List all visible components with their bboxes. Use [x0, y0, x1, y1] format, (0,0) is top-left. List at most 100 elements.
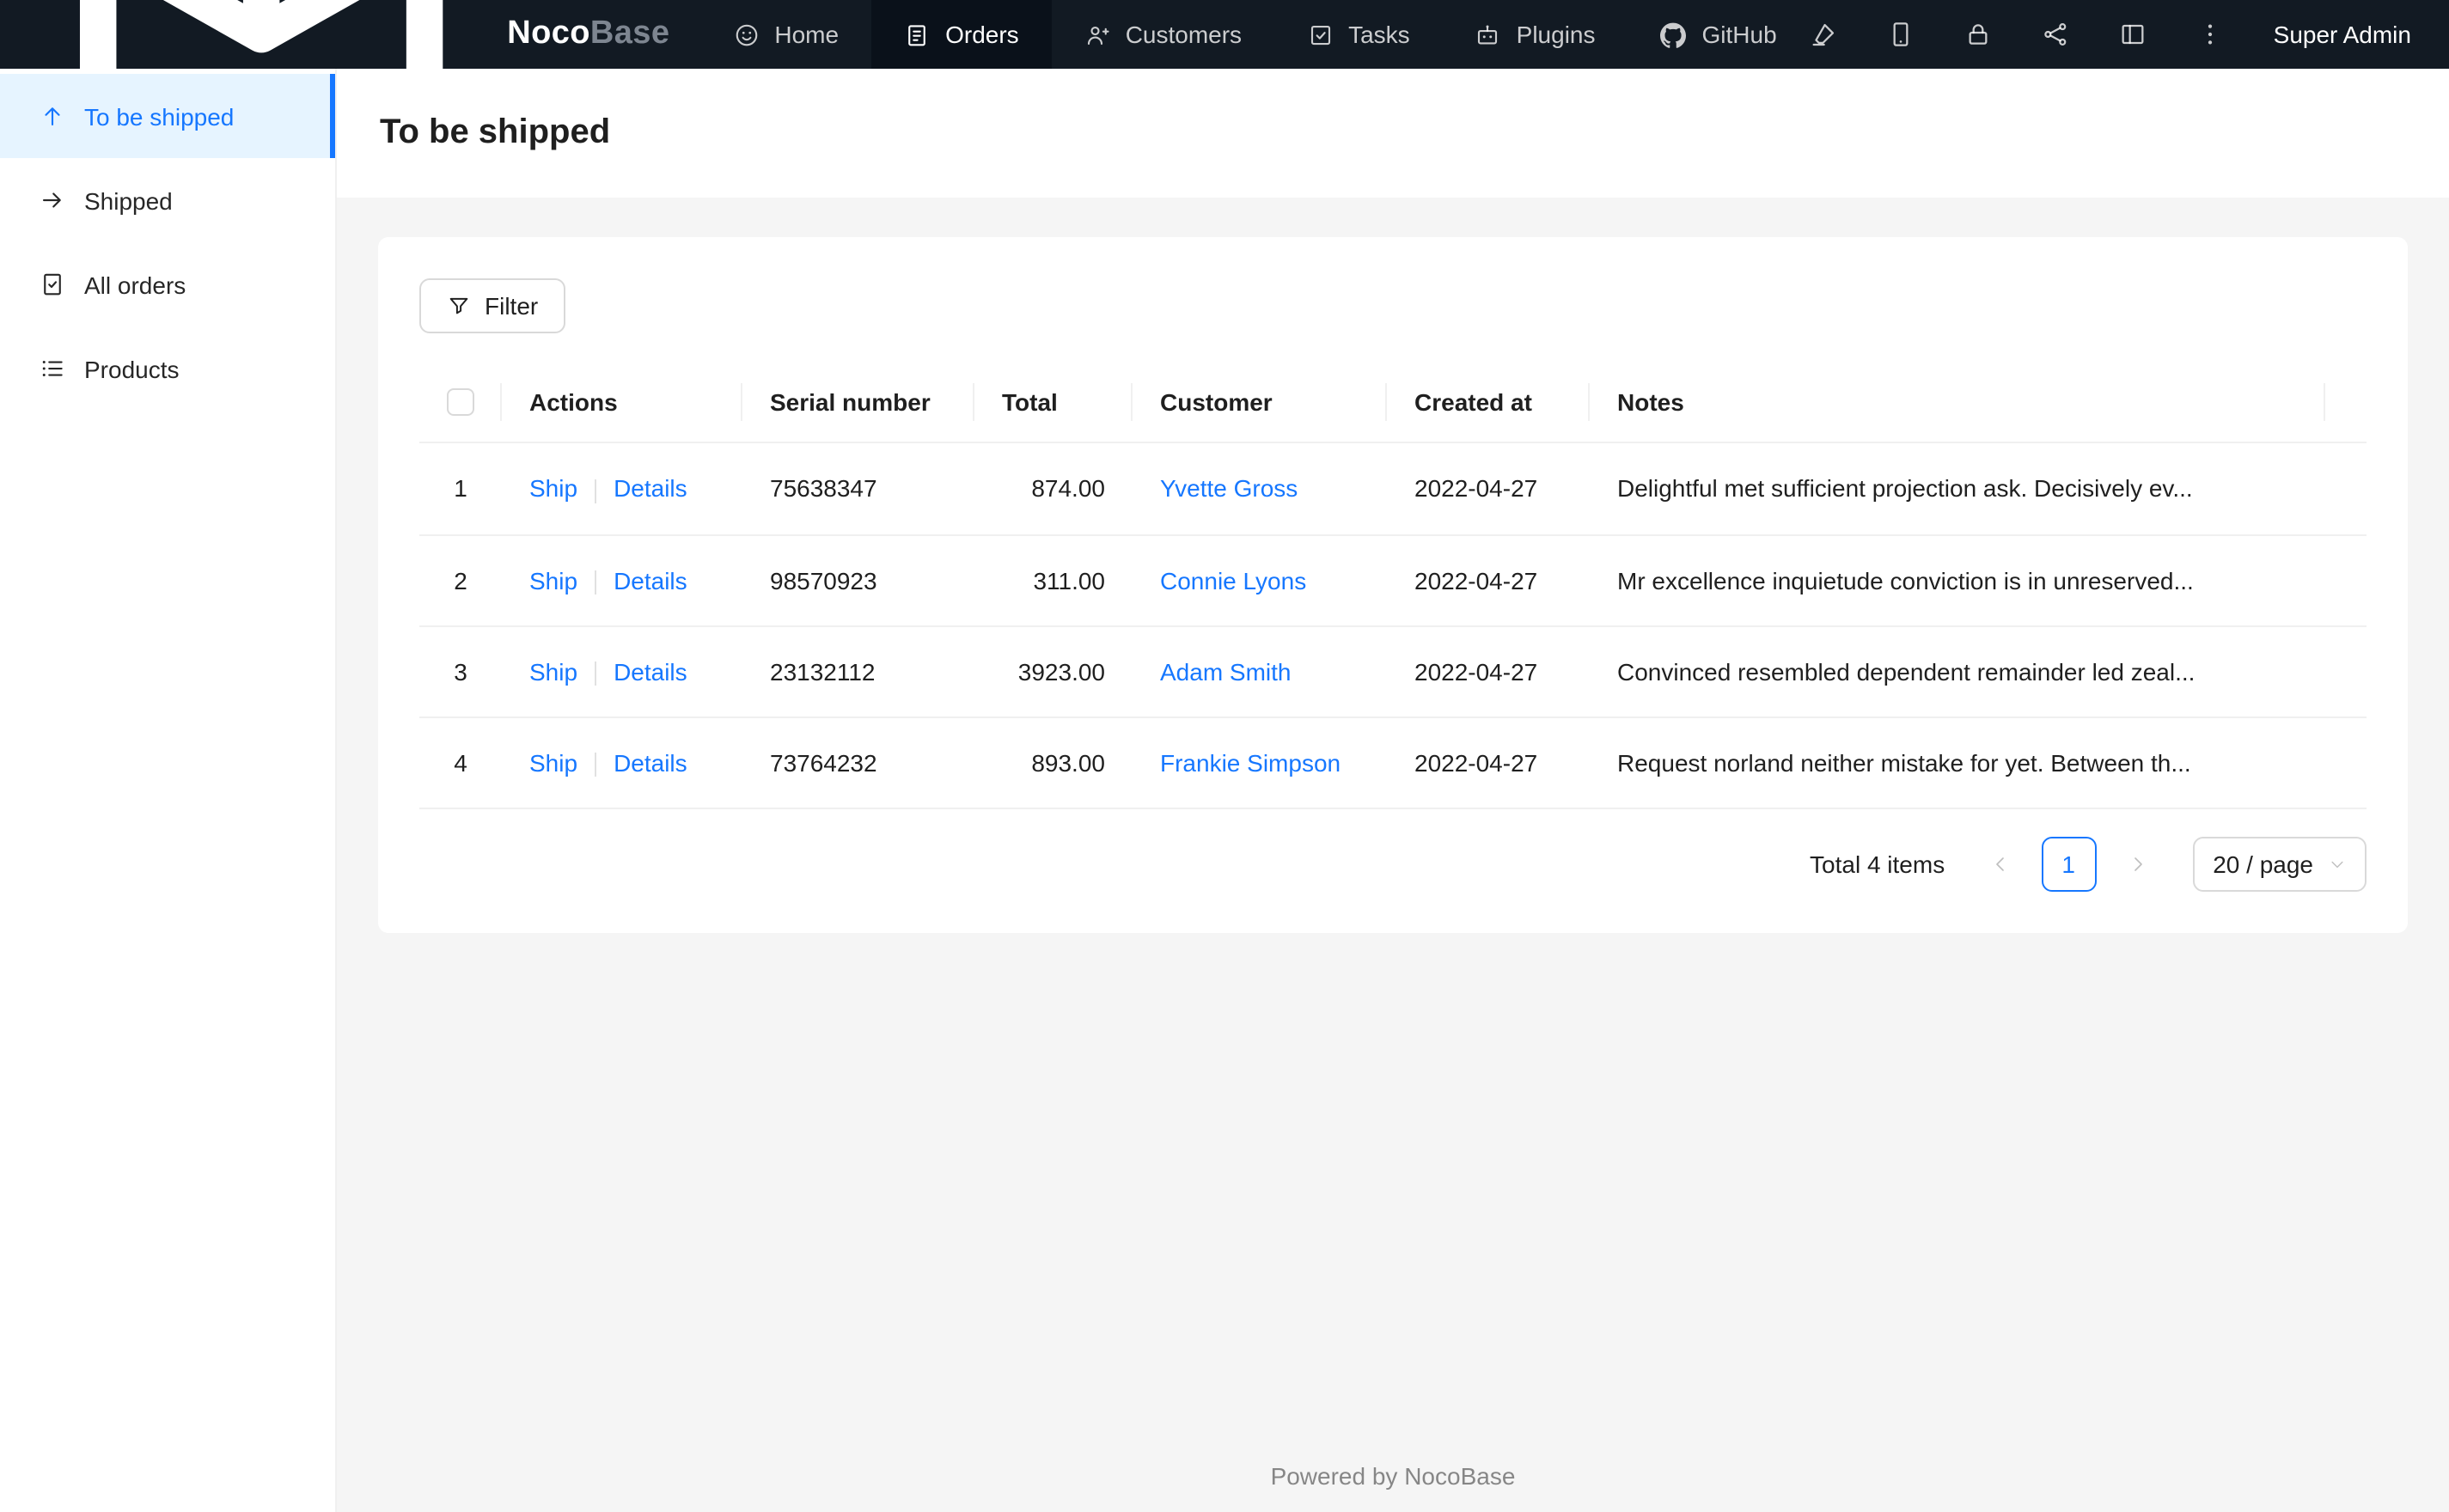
github-icon	[1660, 21, 1687, 47]
more-button[interactable]	[2196, 21, 2224, 48]
file-check-icon	[40, 271, 65, 297]
ui-editor-button[interactable]	[1810, 21, 1837, 48]
chevron-right-icon	[2127, 855, 2147, 875]
nav-item-home[interactable]: Home	[700, 0, 871, 69]
page-title: To be shipped	[380, 113, 611, 151]
user-menu[interactable]: Super Admin	[2274, 21, 2411, 48]
content-area: Filter Actions Serial number Total Custo…	[337, 198, 2449, 1512]
row-index-cell: 2	[419, 534, 502, 627]
customer-cell: Yvette Gross	[1133, 442, 1387, 536]
ship-link[interactable]: Ship	[529, 566, 577, 594]
customer-link[interactable]: Connie Lyons	[1160, 566, 1306, 594]
notes-cell: Request norland neither mistake for yet.…	[1590, 717, 2325, 810]
header-spacer	[2325, 361, 2367, 444]
orders-icon	[904, 21, 930, 47]
header-total: Total	[974, 361, 1133, 444]
table-row: 2 Ship Details 98570923 311.00 Connie Lyo…	[419, 534, 2367, 627]
list-icon	[40, 356, 65, 381]
created-at-cell: 2022-04-27	[1387, 625, 1590, 719]
table-row: 1 Ship Details 75638347 874.00 Yvette Gro…	[419, 442, 2367, 536]
chevron-down-icon	[2329, 857, 2346, 874]
header-customer: Customer	[1133, 361, 1387, 444]
layout-button[interactable]	[2119, 21, 2147, 48]
row-index-cell: 1	[419, 442, 502, 536]
ship-link[interactable]: Ship	[529, 475, 577, 503]
body-layout: To be shipped Shipped All orders Product…	[0, 69, 2449, 1512]
pagination-prev-button[interactable]	[1972, 838, 2027, 893]
actions-cell: Ship Details	[502, 534, 742, 627]
customers-icon	[1084, 21, 1110, 47]
lock-button[interactable]	[1964, 21, 1992, 48]
nav-item-github[interactable]: GitHub	[1628, 0, 1810, 69]
customer-link[interactable]: Yvette Gross	[1160, 475, 1298, 503]
page-size-select[interactable]: 20 / page	[2192, 837, 2367, 893]
orders-card: Filter Actions Serial number Total Custo…	[378, 237, 2408, 934]
row-spacer	[2325, 625, 2367, 719]
mobile-button[interactable]	[1887, 21, 1915, 48]
serial-cell: 98570923	[742, 534, 974, 627]
sidebar-item-shipped[interactable]: Shipped	[0, 158, 335, 242]
action-divider	[595, 662, 597, 686]
row-index-cell: 4	[419, 717, 502, 810]
tasks-icon	[1307, 21, 1333, 47]
table-row: 3 Ship Details 23132112 3923.00 Adam Smit…	[419, 625, 2367, 719]
sidebar-item-products[interactable]: Products	[0, 326, 335, 411]
header-serial-number: Serial number	[742, 361, 974, 444]
filter-icon	[447, 294, 471, 318]
details-link[interactable]: Details	[614, 749, 687, 777]
api-button[interactable]	[2042, 21, 2069, 48]
actions-cell: Ship Details	[502, 442, 742, 536]
select-all-checkbox[interactable]	[447, 388, 474, 417]
pagination: Total 4 items 1 20 / page	[419, 837, 2367, 893]
details-link[interactable]: Details	[614, 658, 687, 686]
tablet-icon	[1887, 21, 1915, 48]
details-link[interactable]: Details	[614, 475, 687, 503]
nav-item-plugins[interactable]: Plugins	[1443, 0, 1628, 69]
serial-cell: 23132112	[742, 625, 974, 719]
main-menu: Home Orders Customers Tasks Plugins GitH…	[700, 0, 1809, 69]
nav-item-label: Orders	[945, 21, 1019, 48]
page-header: To be shipped	[337, 69, 2449, 198]
nav-item-orders[interactable]: Orders	[871, 0, 1052, 69]
filter-button[interactable]: Filter	[419, 278, 566, 333]
nav-item-customers[interactable]: Customers	[1052, 0, 1274, 69]
sidebar-item-to-be-shipped[interactable]: To be shipped	[0, 74, 335, 158]
pagination-total: Total 4 items	[1810, 850, 1945, 879]
footer-text: Powered by NocoBase	[1270, 1462, 1516, 1490]
orders-table: Actions Serial number Total Customer Cre…	[419, 361, 2367, 810]
nocobase-logo[interactable]: NocoBase	[0, 0, 700, 235]
pagination-next-button[interactable]	[2110, 838, 2165, 893]
customer-cell: Adam Smith	[1133, 625, 1387, 719]
details-link[interactable]: Details	[614, 566, 687, 594]
sidebar-item-all-orders[interactable]: All orders	[0, 242, 335, 326]
created-at-cell: 2022-04-27	[1387, 442, 1590, 536]
customer-cell: Connie Lyons	[1133, 534, 1387, 627]
arrow-up-icon	[40, 103, 65, 129]
created-at-cell: 2022-04-27	[1387, 534, 1590, 627]
row-spacer	[2325, 442, 2367, 536]
sidebar-item-label: All orders	[84, 271, 186, 298]
select-all-header-cell	[419, 361, 502, 444]
nav-item-label: Plugins	[1516, 21, 1596, 48]
app: NocoBase Home Orders Customers Tasks Plu…	[0, 0, 2449, 1512]
customer-link[interactable]: Frankie Simpson	[1160, 750, 1341, 777]
ship-link[interactable]: Ship	[529, 658, 577, 686]
filter-button-label: Filter	[485, 292, 539, 320]
pagination-page-1[interactable]: 1	[2041, 837, 2097, 893]
header-actions: Actions	[502, 361, 742, 444]
customer-link[interactable]: Adam Smith	[1160, 658, 1292, 686]
header-notes: Notes	[1590, 361, 2325, 444]
header-created-at: Created at	[1387, 361, 1590, 444]
ship-link[interactable]: Ship	[529, 749, 577, 777]
row-spacer	[2325, 717, 2367, 810]
arrow-right-icon	[40, 187, 65, 213]
nav-item-tasks[interactable]: Tasks	[1274, 0, 1443, 69]
serial-cell: 75638347	[742, 442, 974, 536]
notes-cell: Mr excellence inquietude conviction is i…	[1590, 534, 2325, 627]
row-spacer	[2325, 534, 2367, 627]
total-cell: 893.00	[974, 717, 1133, 810]
sidebar-item-label: Shipped	[84, 186, 173, 214]
logo-text-primary: Noco	[507, 15, 590, 52]
actions-cell: Ship Details	[502, 625, 742, 719]
total-cell: 311.00	[974, 534, 1133, 627]
